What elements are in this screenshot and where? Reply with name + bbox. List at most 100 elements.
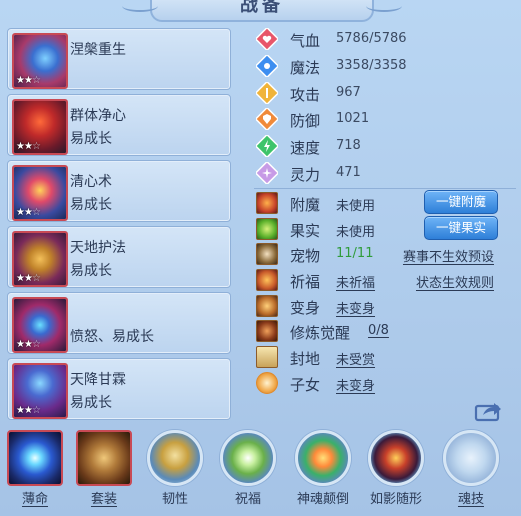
blessing-button[interactable]: 祝福 bbox=[219, 430, 277, 507]
skill-card[interactable]: ★★☆ 天降甘霖 易成长 bbox=[7, 358, 231, 420]
awaken-label: 修炼觉醒 bbox=[290, 324, 351, 343]
skill-list: ★★☆ 涅槃重生 ★★☆ 群体净心 易成长 ★★☆ 清心术 易成长 ★★☆ 天地… bbox=[7, 28, 231, 424]
child-icon bbox=[256, 371, 278, 394]
title-ornament-left bbox=[122, 0, 158, 12]
one-click-fruit-button[interactable]: 一键果实 bbox=[424, 215, 498, 240]
children-row: 子女 未变身 bbox=[254, 370, 516, 396]
enchant-icon bbox=[256, 192, 278, 214]
skill-name: 清心术 bbox=[70, 174, 112, 190]
title-bar: 战备 bbox=[122, 0, 402, 22]
soul-skill-button[interactable]: 魂技 bbox=[442, 430, 500, 507]
soul-label: 神魂颠倒 bbox=[296, 492, 349, 507]
armor-set-label: 套装 bbox=[90, 492, 117, 507]
pray-label: 祈福 bbox=[290, 273, 321, 292]
skill-name: 天降甘霖 bbox=[70, 372, 126, 388]
phoenix-fan-skill-icon: ★★☆ bbox=[12, 33, 68, 89]
blessing-row: 祈福 未祈福 状态生效规则 bbox=[254, 267, 516, 293]
share-icon[interactable] bbox=[474, 400, 502, 422]
transform-icon bbox=[256, 294, 278, 317]
skill-desc: 易成长 bbox=[70, 395, 112, 411]
skill-card[interactable]: ★★☆ 天地护法 易成长 bbox=[7, 226, 231, 288]
enchant-row: 附魔 未使用 一键附魔 bbox=[254, 190, 516, 216]
children-label: 子女 bbox=[290, 375, 321, 394]
skill-card[interactable]: ★★☆ 愤怒、易成长 bbox=[7, 292, 231, 354]
speed-icon bbox=[256, 135, 278, 158]
awaken-icon bbox=[256, 320, 278, 343]
children-status-link[interactable]: 未变身 bbox=[336, 375, 375, 394]
skill-stars: ★★☆ bbox=[16, 207, 41, 218]
stat-label: 攻击 bbox=[290, 85, 321, 104]
awaken-progress-link[interactable]: 0/8 bbox=[368, 323, 389, 338]
fate-orb-icon bbox=[7, 430, 63, 486]
heart-icon bbox=[256, 28, 278, 50]
stat-label: 气血 bbox=[290, 32, 321, 50]
one-click-enchant-button[interactable]: 一键附魔 bbox=[424, 190, 498, 214]
skill-desc: 愤怒、易成长 bbox=[70, 329, 154, 345]
stat-label: 速度 bbox=[290, 139, 321, 158]
skill-desc: 易成长 bbox=[70, 197, 112, 213]
fate-label: 薄命 bbox=[21, 492, 48, 507]
shadow-label: 如影随形 bbox=[369, 492, 422, 507]
clear-mind-skill-icon: ★★☆ bbox=[12, 165, 68, 221]
fief-row: 封地 未受赏 bbox=[254, 344, 516, 370]
blessing-icon bbox=[220, 430, 276, 486]
awaken-row: 修炼觉醒 0/8 bbox=[254, 318, 516, 344]
armor-set-icon bbox=[76, 430, 132, 486]
shadow-icon bbox=[368, 430, 424, 486]
skill-stars: ★★☆ bbox=[16, 75, 41, 86]
stat-label: 魔法 bbox=[290, 58, 321, 77]
mana-icon bbox=[256, 54, 278, 77]
purify-skill-icon: ★★☆ bbox=[12, 99, 68, 155]
soul-icon bbox=[295, 430, 351, 486]
event-preset-link[interactable]: 赛事不生效预设 bbox=[403, 246, 494, 265]
fief-label: 封地 bbox=[290, 350, 321, 369]
stat-value: 471 bbox=[336, 164, 361, 180]
skill-name: 天地护法 bbox=[70, 240, 126, 256]
fate-button[interactable]: 薄命 bbox=[6, 430, 64, 507]
panel-title: 战备 bbox=[240, 0, 284, 16]
skill-card[interactable]: ★★☆ 清心术 易成长 bbox=[7, 160, 231, 222]
stat-row-spirit: 灵力 471 bbox=[254, 160, 514, 187]
stat-row-defense: 防御 1021 bbox=[254, 106, 514, 133]
soul-skill-label: 魂技 bbox=[457, 492, 484, 507]
rain-skill-icon: ★★☆ bbox=[12, 363, 68, 419]
toughness-icon bbox=[147, 430, 203, 486]
pray-status-link[interactable]: 未祈福 bbox=[336, 272, 375, 291]
fruit-status: 未使用 bbox=[336, 224, 376, 240]
transform-row: 变身 未变身 bbox=[254, 293, 516, 319]
armor-set-button[interactable]: 套装 bbox=[75, 430, 133, 507]
skill-stars: ★★☆ bbox=[16, 405, 41, 416]
blessing-label: 祝福 bbox=[234, 492, 261, 507]
fruit-icon bbox=[256, 217, 278, 240]
transform-label: 变身 bbox=[290, 298, 321, 317]
skill-name: 涅槃重生 bbox=[70, 42, 126, 58]
skill-stars: ★★☆ bbox=[16, 141, 41, 152]
skill-desc: 易成长 bbox=[70, 263, 112, 279]
skill-card[interactable]: ★★☆ 群体净心 易成长 bbox=[7, 94, 231, 156]
stat-value: 5786/5786 bbox=[336, 31, 407, 46]
guardian-skill-icon: ★★☆ bbox=[12, 231, 68, 287]
stat-value: 718 bbox=[336, 138, 361, 154]
pet-row: 宠物 11/11 赛事不生效预设 bbox=[254, 241, 516, 267]
transform-status-link[interactable]: 未变身 bbox=[336, 298, 375, 317]
stat-value: 967 bbox=[336, 84, 361, 100]
skill-card[interactable]: ★★☆ 涅槃重生 bbox=[7, 28, 231, 90]
pet-label: 宠物 bbox=[290, 247, 321, 266]
toughness-button[interactable]: 韧性 bbox=[146, 430, 204, 507]
stat-row-hp: 气血 5786/5786 bbox=[254, 26, 514, 53]
skill-name: 群体净心 bbox=[70, 108, 126, 124]
enchant-label: 附魔 bbox=[290, 196, 321, 214]
soul-button[interactable]: 神魂颠倒 bbox=[294, 430, 352, 507]
fief-status-link[interactable]: 未受赏 bbox=[336, 349, 375, 368]
extras-panel: 附魔 未使用 一键附魔 果实 未使用 一键果实 宠物 11/11 赛事不生效预设… bbox=[254, 190, 516, 396]
shadow-button[interactable]: 如影随形 bbox=[367, 430, 425, 507]
stats-panel: 气血 5786/5786 魔法 3358/3358 攻击 967 防御 1021… bbox=[254, 26, 514, 187]
pet-count: 11/11 bbox=[336, 246, 374, 262]
fruit-row: 果实 未使用 一键果实 bbox=[254, 215, 516, 242]
stat-value: 3358/3358 bbox=[336, 57, 407, 73]
stat-label: 防御 bbox=[290, 112, 321, 131]
stat-label: 灵力 bbox=[290, 165, 321, 184]
status-rules-link[interactable]: 状态生效规则 bbox=[416, 272, 494, 291]
skill-stars: ★★☆ bbox=[16, 273, 41, 284]
stat-row-attack: 攻击 967 bbox=[254, 80, 514, 107]
